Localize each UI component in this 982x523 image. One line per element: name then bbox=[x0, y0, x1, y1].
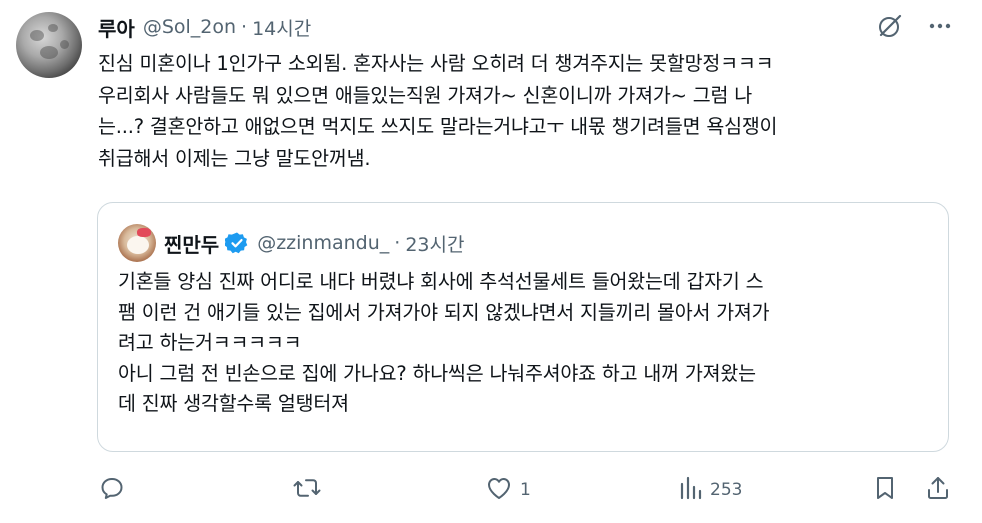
quoted-post-timestamp: 23시간 bbox=[405, 233, 465, 256]
post-text: 진심 미혼이나 1인가구 소외됨. 혼자사는 사람 오히려 더 챙겨주지는 못할… bbox=[98, 52, 778, 170]
grok-icon[interactable] bbox=[876, 12, 904, 40]
author-display-name[interactable]: 루아 bbox=[98, 13, 135, 42]
quoted-author-display-name: 찐만두 bbox=[164, 232, 220, 257]
post-header: 루아 @Sol_2on · 14시간 bbox=[98, 12, 311, 42]
post-timestamp[interactable]: 14시간 bbox=[252, 14, 311, 41]
views-button[interactable]: 253 bbox=[678, 472, 742, 508]
views-count: 253 bbox=[710, 480, 743, 500]
post-top-actions bbox=[876, 12, 954, 40]
share-button[interactable] bbox=[924, 472, 952, 508]
more-icon[interactable] bbox=[926, 12, 954, 40]
separator-dot: · bbox=[394, 232, 401, 254]
bookmark-icon bbox=[872, 474, 898, 506]
views-icon bbox=[678, 474, 704, 506]
reply-icon bbox=[98, 474, 126, 506]
reply-button[interactable] bbox=[98, 472, 132, 508]
quoted-post-text: 기혼들 양심 진짜 어디로 내다 버렸냐 회사에 추석선물세트 들어왔는데 갑자… bbox=[118, 270, 770, 415]
like-count: 1 bbox=[520, 480, 531, 500]
repost-icon bbox=[292, 474, 322, 506]
quoted-author-handle: @zzinmandu_ bbox=[257, 232, 390, 254]
like-button[interactable]: 1 bbox=[484, 472, 531, 508]
author-handle[interactable]: @Sol_2on bbox=[143, 16, 236, 38]
author-avatar[interactable] bbox=[16, 12, 82, 78]
post-action-bar: 1 253 bbox=[98, 472, 958, 508]
quoted-post[interactable]: 찐만두 @zzinmandu_ · 23시간 기혼들 양심 진짜 어디로 내다 … bbox=[97, 202, 949, 452]
quoted-post-header: 찐만두 @zzinmandu_ · 23시간 bbox=[164, 227, 464, 259]
verified-badge-icon bbox=[225, 231, 249, 255]
quoted-author-avatar bbox=[118, 224, 156, 262]
like-icon bbox=[484, 474, 514, 506]
repost-button[interactable] bbox=[292, 472, 328, 508]
bookmark-button[interactable] bbox=[872, 472, 898, 508]
share-icon bbox=[924, 474, 952, 506]
separator-dot: · bbox=[241, 16, 248, 38]
